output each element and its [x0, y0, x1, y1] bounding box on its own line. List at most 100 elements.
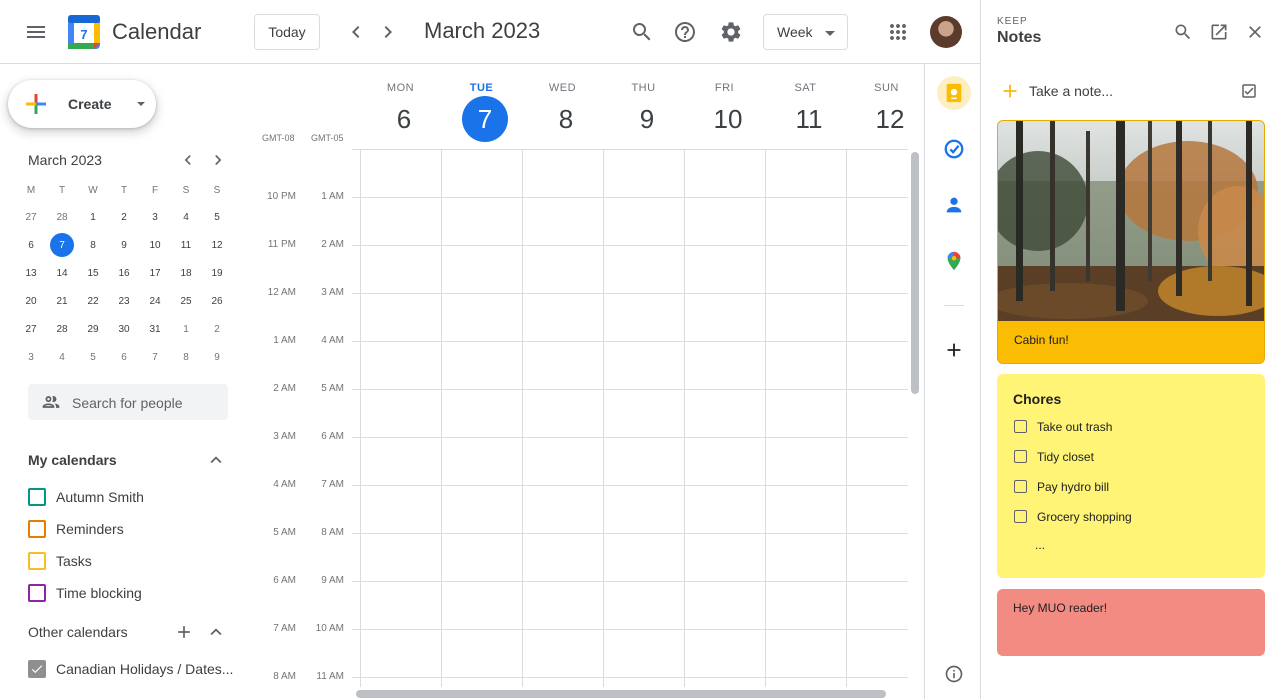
calendar-item[interactable]: Time blocking	[26, 580, 236, 604]
contacts-rail-button[interactable]	[939, 190, 969, 220]
mini-calendar-day[interactable]: 8	[174, 345, 198, 369]
calendar-checkbox[interactable]	[28, 520, 46, 538]
mini-calendar-day[interactable]: 28	[50, 205, 74, 229]
mini-calendar-day[interactable]: 3	[19, 345, 43, 369]
note-card-muo[interactable]: Hey MUO reader!	[997, 589, 1265, 656]
calendar-item[interactable]: Reminders	[26, 516, 236, 540]
settings-gear-icon[interactable]	[711, 12, 751, 52]
mini-calendar-day[interactable]: 13	[19, 261, 43, 285]
mini-calendar-day[interactable]: 25	[174, 289, 198, 313]
calendar-checkbox[interactable]	[28, 660, 46, 678]
calendar-checkbox[interactable]	[28, 488, 46, 506]
mini-calendar-day[interactable]: 24	[143, 289, 167, 313]
calendar-checkbox[interactable]	[28, 552, 46, 570]
keep-search-icon[interactable]	[1171, 20, 1195, 44]
time-label-secondary: 10 AM	[300, 623, 344, 634]
mini-calendar-day[interactable]: 5	[81, 345, 105, 369]
info-icon[interactable]	[939, 659, 969, 689]
mini-calendar-day[interactable]: 5	[205, 205, 229, 229]
mini-calendar-day[interactable]: 11	[174, 233, 198, 257]
mini-calendar-day[interactable]: 6	[112, 345, 136, 369]
mini-calendar-day[interactable]: 15	[81, 261, 105, 285]
mini-calendar-day[interactable]: 18	[174, 261, 198, 285]
help-icon[interactable]	[665, 12, 705, 52]
mini-calendar-day[interactable]: 4	[174, 205, 198, 229]
mini-calendar-day[interactable]: 9	[205, 345, 229, 369]
my-calendars-title[interactable]: My calendars	[28, 452, 117, 468]
calendar-checkbox[interactable]	[28, 584, 46, 602]
view-select-dropdown[interactable]: Week	[763, 14, 848, 50]
mini-calendar-day[interactable]: 16	[112, 261, 136, 285]
mini-calendar-day[interactable]: 19	[205, 261, 229, 285]
mini-calendar-day[interactable]: 29	[81, 317, 105, 341]
note-card-cabin[interactable]: Cabin fun!	[997, 120, 1265, 364]
add-other-calendar-plus-icon[interactable]	[172, 620, 196, 644]
search-people-input[interactable]: Search for people	[28, 384, 228, 420]
collapse-other-calendars-chevron-up-icon[interactable]	[204, 620, 228, 644]
mini-calendar-day[interactable]: 27	[19, 205, 43, 229]
mini-calendar-day[interactable]: 8	[81, 233, 105, 257]
day-date[interactable]: 9	[624, 96, 670, 142]
mini-calendar-day[interactable]: 28	[50, 317, 74, 341]
mini-calendar-day[interactable]: 27	[19, 317, 43, 341]
day-date[interactable]: 12	[867, 96, 913, 142]
checklist-checkbox[interactable]	[1014, 480, 1027, 493]
get-add-ons-plus-icon[interactable]	[939, 335, 969, 365]
mini-calendar-day[interactable]: 30	[112, 317, 136, 341]
horizontal-scrollbar[interactable]	[356, 690, 886, 698]
next-week-chevron-icon[interactable]	[368, 12, 408, 52]
main-menu-icon[interactable]	[16, 12, 56, 52]
mini-calendar-day[interactable]: 31	[143, 317, 167, 341]
mini-calendar-day[interactable]: 7	[143, 345, 167, 369]
keep-rail-button[interactable]	[937, 76, 971, 110]
mini-calendar-day[interactable]: 20	[19, 289, 43, 313]
mini-prev-month-chevron-icon[interactable]	[176, 148, 200, 172]
mini-calendar-day[interactable]: 14	[50, 261, 74, 285]
day-date[interactable]: 7	[462, 96, 508, 142]
mini-calendar-day[interactable]: 9	[112, 233, 136, 257]
create-button[interactable]: Create	[8, 80, 156, 128]
day-date[interactable]: 10	[705, 96, 751, 142]
checklist-checkbox[interactable]	[1014, 420, 1027, 433]
mini-calendar-day[interactable]: 26	[205, 289, 229, 313]
open-in-new-tab-icon[interactable]	[1207, 20, 1231, 44]
mini-calendar-day[interactable]: 2	[112, 205, 136, 229]
mini-calendar-day[interactable]: 1	[81, 205, 105, 229]
tasks-rail-button[interactable]	[939, 134, 969, 164]
vertical-scrollbar[interactable]	[911, 152, 919, 394]
today-button[interactable]: Today	[254, 14, 320, 50]
mini-calendar-day[interactable]: 21	[50, 289, 74, 313]
day-date[interactable]: 8	[543, 96, 589, 142]
caret-down-icon[interactable]	[137, 102, 145, 106]
maps-rail-button[interactable]	[939, 246, 969, 276]
account-avatar[interactable]	[930, 16, 962, 48]
mini-calendar-day[interactable]: 7	[50, 233, 74, 257]
week-time-grid[interactable]	[352, 149, 908, 687]
calendar-item[interactable]: Tasks	[26, 548, 236, 572]
checklist-checkbox[interactable]	[1014, 450, 1027, 463]
mini-calendar-day[interactable]: 10	[143, 233, 167, 257]
search-icon[interactable]	[622, 12, 662, 52]
other-calendars-title[interactable]: Other calendars	[28, 624, 128, 640]
collapse-my-calendars-chevron-up-icon[interactable]	[204, 448, 228, 472]
google-apps-grid-icon[interactable]	[878, 12, 918, 52]
mini-calendar-day[interactable]: 1	[174, 317, 198, 341]
mini-calendar-day[interactable]: 6	[19, 233, 43, 257]
mini-calendar-day[interactable]: 17	[143, 261, 167, 285]
mini-calendar-day[interactable]: 4	[50, 345, 74, 369]
mini-calendar-day[interactable]: 2	[205, 317, 229, 341]
calendar-item[interactable]: Autumn Smith	[26, 484, 236, 508]
new-list-checkbox-icon[interactable]	[1237, 79, 1261, 103]
calendar-logo-icon: 7	[68, 15, 100, 49]
mini-calendar-day[interactable]: 3	[143, 205, 167, 229]
day-date[interactable]: 11	[786, 96, 832, 142]
note-card-chores[interactable]: Chores Take out trashTidy closetPay hydr…	[997, 374, 1265, 578]
mini-calendar-day[interactable]: 23	[112, 289, 136, 313]
day-date[interactable]: 6	[381, 96, 427, 142]
calendar-item[interactable]: Canadian Holidays / Dates...	[26, 656, 236, 680]
checklist-checkbox[interactable]	[1014, 510, 1027, 523]
mini-calendar-day[interactable]: 12	[205, 233, 229, 257]
mini-next-month-chevron-icon[interactable]	[206, 148, 230, 172]
close-panel-icon[interactable]	[1243, 20, 1267, 44]
mini-calendar-day[interactable]: 22	[81, 289, 105, 313]
